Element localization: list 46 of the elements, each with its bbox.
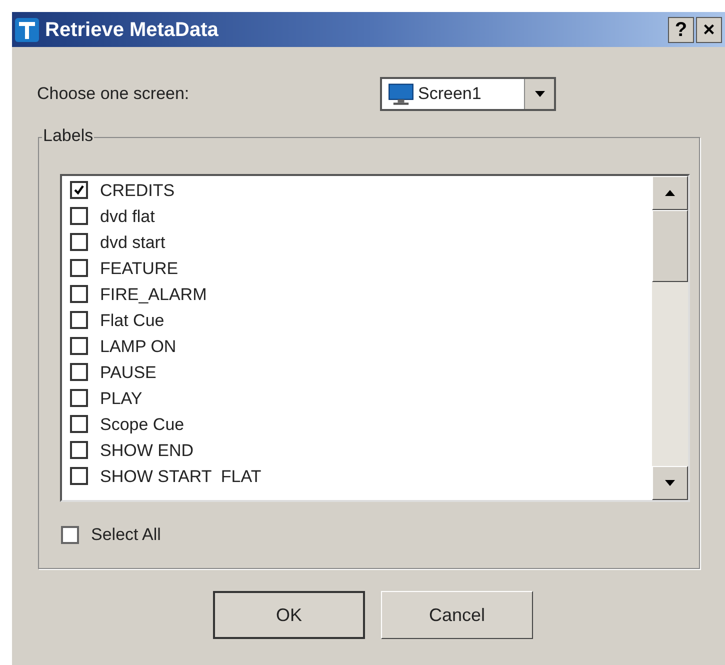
checkbox[interactable] — [70, 415, 88, 433]
label-text: SHOW END — [100, 442, 194, 458]
checkbox[interactable] — [70, 337, 88, 355]
group-title: Labels — [42, 127, 94, 144]
checkbox[interactable] — [70, 259, 88, 277]
label-text: FEATURE — [100, 260, 178, 276]
label-text: PLAY — [100, 390, 142, 406]
screen-dropdown[interactable]: Screen1 — [380, 77, 556, 111]
scroll-down-button[interactable] — [652, 466, 688, 500]
label-text: dvd flat — [100, 208, 155, 224]
monitor-icon — [388, 83, 414, 105]
checkbox[interactable] — [70, 363, 88, 381]
checkbox[interactable] — [70, 233, 88, 251]
label-text: LAMP ON — [100, 338, 176, 354]
caret-icon — [534, 91, 544, 97]
check-mark-icon — [73, 184, 85, 196]
checkbox[interactable] — [70, 181, 88, 199]
checkbox[interactable] — [70, 467, 88, 485]
dialog-button[interactable]: OK — [213, 591, 365, 639]
title-bar-button[interactable]: × — [696, 16, 722, 42]
label-text: FIRE_ALARM — [100, 286, 207, 302]
scroll-thumb[interactable] — [652, 210, 688, 282]
checkbox[interactable] — [61, 526, 79, 544]
dialog-button[interactable]: Cancel — [381, 591, 533, 639]
label-text: Scope Cue — [100, 416, 184, 432]
label-text: dvd start — [100, 234, 166, 250]
down-arrow-icon — [665, 480, 675, 486]
window-title: Retrieve MetaData — [45, 18, 220, 42]
app-logo-icon — [15, 18, 39, 42]
label-text: PAUSE — [100, 364, 156, 380]
checkbox[interactable] — [70, 311, 88, 329]
screen-label: Choose one screen: — [37, 83, 190, 106]
title-bar-button[interactable]: ? — [668, 16, 694, 42]
label-text: CREDITS — [100, 182, 175, 198]
select-all-label: Select All — [91, 524, 161, 546]
checkbox[interactable] — [70, 389, 88, 407]
label-text: SHOW START FLAT — [100, 468, 262, 484]
checkbox[interactable] — [70, 285, 88, 303]
up-arrow-icon — [665, 190, 675, 196]
dropdown-button[interactable] — [524, 79, 554, 109]
checkbox[interactable] — [70, 207, 88, 225]
dropdown-value: Screen1 — [418, 83, 482, 106]
scroll-up-button[interactable] — [652, 176, 688, 210]
scrollbar[interactable] — [652, 176, 688, 500]
label-text: Flat Cue — [100, 312, 164, 328]
checkbox[interactable] — [70, 441, 88, 459]
